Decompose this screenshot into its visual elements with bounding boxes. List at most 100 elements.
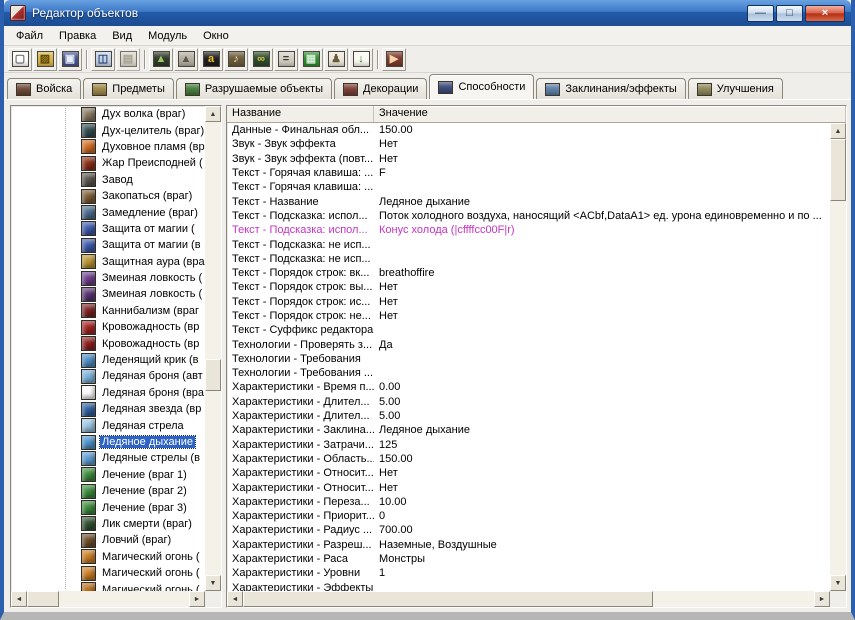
tree-item[interactable]: Кровожадность (вр xyxy=(11,335,205,352)
object-manager-button[interactable]: = xyxy=(274,47,298,71)
Текст - Порядок строк: вк...[interactable]: Текст - Порядок строк: вк... breathoffir… xyxy=(227,266,830,280)
tab-buffs[interactable]: Заклинания/эффекты xyxy=(536,78,686,99)
paste-button[interactable]: ▤ xyxy=(116,47,140,71)
tree-item[interactable]: Ледяное дыхание xyxy=(11,434,205,450)
tab-units[interactable]: Войска xyxy=(7,78,82,99)
menu-item[interactable]: Окно xyxy=(195,28,237,44)
Текст - Горячая клавиша: ...[interactable]: Текст - Горячая клавиша: ... xyxy=(227,180,830,194)
Текст - Порядок строк: вы...[interactable]: Текст - Порядок строк: вы... Нет xyxy=(227,280,830,294)
tree-item[interactable]: Змеиная ловкость ( xyxy=(11,270,205,286)
Характеристики - Время п...[interactable]: Характеристики - Время п... 0.00 xyxy=(227,380,830,394)
terrain-editor-button[interactable]: ▲ xyxy=(149,47,173,71)
Данные - Финальная обл...[interactable]: Данные - Финальная обл... 150.00 xyxy=(227,123,830,137)
open-map-button[interactable]: ▨ xyxy=(33,47,57,71)
close-button[interactable]: × xyxy=(805,4,845,22)
object-editor-button[interactable]: ∞ xyxy=(249,47,273,71)
tree-item[interactable]: Лик смерти (враг) xyxy=(11,516,205,532)
save-map-button[interactable]: ▣ xyxy=(58,47,82,71)
Характеристики - Радиус ...[interactable]: Характеристики - Радиус ... 700.00 xyxy=(227,523,830,537)
tree-item[interactable]: Змеиная ловкость ( xyxy=(11,286,205,302)
doodad-palette-button[interactable]: ▲ xyxy=(174,47,198,71)
copy-button[interactable]: ◫ xyxy=(91,47,115,71)
tree-item[interactable]: Жар Преисподней ( xyxy=(11,155,205,171)
tree-item[interactable]: Защита от магии ( xyxy=(11,221,205,237)
tree-item[interactable]: Ледяные стрелы (в xyxy=(11,450,205,466)
sound-editor-button[interactable]: ♪ xyxy=(224,47,248,71)
tab-destructibles[interactable]: Разрушаемые объекты xyxy=(175,78,332,99)
Характеристики - Эффекты[interactable]: Характеристики - Эффекты xyxy=(227,581,830,591)
tree-item[interactable]: Ледяная стрела xyxy=(11,417,205,434)
Текст - Порядок строк: не...[interactable]: Текст - Порядок строк: не... Нет xyxy=(227,309,830,323)
tree-item[interactable]: Закопаться (враг) xyxy=(11,188,205,204)
tree-item[interactable]: Ловчий (враг) xyxy=(11,532,205,548)
ai-editor-button[interactable]: ♟ xyxy=(324,47,348,71)
Характеристики - Относит...[interactable]: Характеристики - Относит... Нет xyxy=(227,480,830,494)
tree-item[interactable]: Магический огонь ( xyxy=(11,549,205,565)
Характеристики - Разреш...[interactable]: Характеристики - Разреш... Наземные, Воз… xyxy=(227,538,830,552)
tree-item[interactable]: Духовное пламя (вр xyxy=(11,139,205,155)
tree-item[interactable]: Леденящий крик (в xyxy=(11,352,205,368)
table-vscroll-thumb[interactable] xyxy=(830,139,846,201)
new-map-button[interactable]: ▢ xyxy=(8,47,32,71)
scroll-down-icon[interactable]: ▼ xyxy=(205,575,221,591)
Технологии - Требования[interactable]: Технологии - Требования xyxy=(227,352,830,366)
table-hscroll-thumb[interactable] xyxy=(243,591,654,607)
campaign-editor-button[interactable]: ▦ xyxy=(299,47,323,71)
table-vertical-scrollbar[interactable]: ▲ ▼ xyxy=(830,123,846,591)
tree-item[interactable]: Ледяная звезда (вр xyxy=(11,401,205,417)
Характеристики - Длител...[interactable]: Характеристики - Длител... 5.00 xyxy=(227,395,830,409)
import-manager-button[interactable]: ↓ xyxy=(349,47,373,71)
Характеристики - Длител...[interactable]: Характеристики - Длител... 5.00 xyxy=(227,409,830,423)
Технологии - Проверять з...[interactable]: Технологии - Проверять з... Да xyxy=(227,337,830,351)
Характеристики - Затрачи...[interactable]: Характеристики - Затрачи... 125 xyxy=(227,438,830,452)
scroll-up-icon[interactable]: ▲ xyxy=(830,123,846,139)
table-horizontal-scrollbar[interactable]: ◄ ► xyxy=(227,591,830,607)
maximize-button[interactable]: □ xyxy=(776,4,803,22)
tree-item[interactable]: Защитная аура (вра xyxy=(11,254,205,270)
tree-hscroll-thumb[interactable] xyxy=(27,591,59,607)
tree-item[interactable]: Каннибализм (враг xyxy=(11,303,205,319)
scroll-right-icon[interactable]: ► xyxy=(814,591,830,607)
menu-item[interactable]: Файл xyxy=(8,28,51,44)
Текст - Подсказка: не исп...[interactable]: Текст - Подсказка: не исп... xyxy=(227,252,830,266)
tree-item[interactable]: Защита от магии (в xyxy=(11,237,205,253)
tree-item[interactable]: Дух волка (враг) xyxy=(11,106,205,122)
minimize-button[interactable]: — xyxy=(747,4,774,22)
column-header-name[interactable]: Название xyxy=(227,106,374,122)
tree-item[interactable]: Кровожадность (вр xyxy=(11,319,205,335)
tab-items[interactable]: Предметы xyxy=(83,78,174,99)
Характеристики - Переза...[interactable]: Характеристики - Переза... 10.00 xyxy=(227,495,830,509)
Текст - Горячая клавиша: ...[interactable]: Текст - Горячая клавиша: ... F xyxy=(227,166,830,180)
Характеристики - Относит...[interactable]: Характеристики - Относит... Нет xyxy=(227,466,830,480)
tree-item[interactable]: Лечение (враг 1) xyxy=(11,467,205,483)
menu-item[interactable]: Правка xyxy=(51,28,104,44)
tree-item[interactable]: Ледяная броня (вра xyxy=(11,385,205,401)
tab-abilities[interactable]: Способности xyxy=(429,74,535,99)
menu-item[interactable]: Вид xyxy=(104,28,140,44)
tree-item[interactable]: Магический огонь ( xyxy=(11,565,205,581)
tree-vscroll-thumb[interactable] xyxy=(205,359,221,391)
tree-horizontal-scrollbar[interactable]: ◄ ► xyxy=(11,591,205,607)
Текст - Подсказка: испол...[interactable]: Текст - Подсказка: испол... Поток холодн… xyxy=(227,209,830,223)
toolbar-button[interactable] xyxy=(83,48,90,71)
column-header-value[interactable]: Значение xyxy=(374,106,846,122)
scroll-left-icon[interactable]: ◄ xyxy=(11,591,27,607)
tree-item[interactable]: Лечение (враг 2) xyxy=(11,483,205,499)
tree-item[interactable]: Магический огонь ( xyxy=(11,581,205,591)
Характеристики - Заклина...[interactable]: Характеристики - Заклина... Ледяное дыха… xyxy=(227,423,830,437)
Звук - Звук эффекта[interactable]: Звук - Звук эффекта Нет xyxy=(227,137,830,151)
tree-item[interactable]: Лечение (враг 3) xyxy=(11,499,205,516)
Характеристики - Уровни[interactable]: Характеристики - Уровни 1 xyxy=(227,566,830,580)
titlebar[interactable]: Редактор объектов — □ × xyxy=(4,0,851,26)
scroll-up-icon[interactable]: ▲ xyxy=(205,106,221,122)
Характеристики - Раса[interactable]: Характеристики - Раса Монстры xyxy=(227,552,830,566)
tree-item[interactable]: Дух-целитель (враг) xyxy=(11,122,205,139)
tab-doodads[interactable]: Декорации xyxy=(334,78,428,99)
Текст - Суффикс редактора[interactable]: Текст - Суффикс редактора xyxy=(227,323,830,337)
tree-vertical-scrollbar[interactable]: ▲ ▼ xyxy=(205,106,221,591)
scroll-down-icon[interactable]: ▼ xyxy=(830,575,846,591)
toolbar-button[interactable] xyxy=(374,48,381,71)
Технологии - Требования ...[interactable]: Технологии - Требования ... xyxy=(227,366,830,380)
scroll-left-icon[interactable]: ◄ xyxy=(227,591,243,607)
Текст - Порядок строк: ис...[interactable]: Текст - Порядок строк: ис... Нет xyxy=(227,295,830,309)
